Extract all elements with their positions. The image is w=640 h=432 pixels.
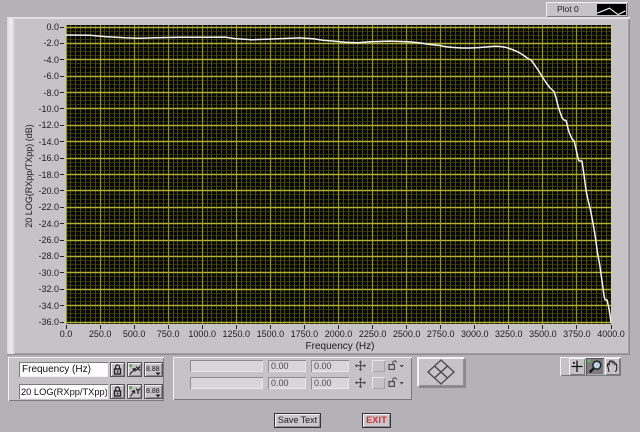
svg-text:8.88: 8.88 [146, 388, 160, 395]
svg-text:8.88: 8.88 [146, 366, 160, 373]
